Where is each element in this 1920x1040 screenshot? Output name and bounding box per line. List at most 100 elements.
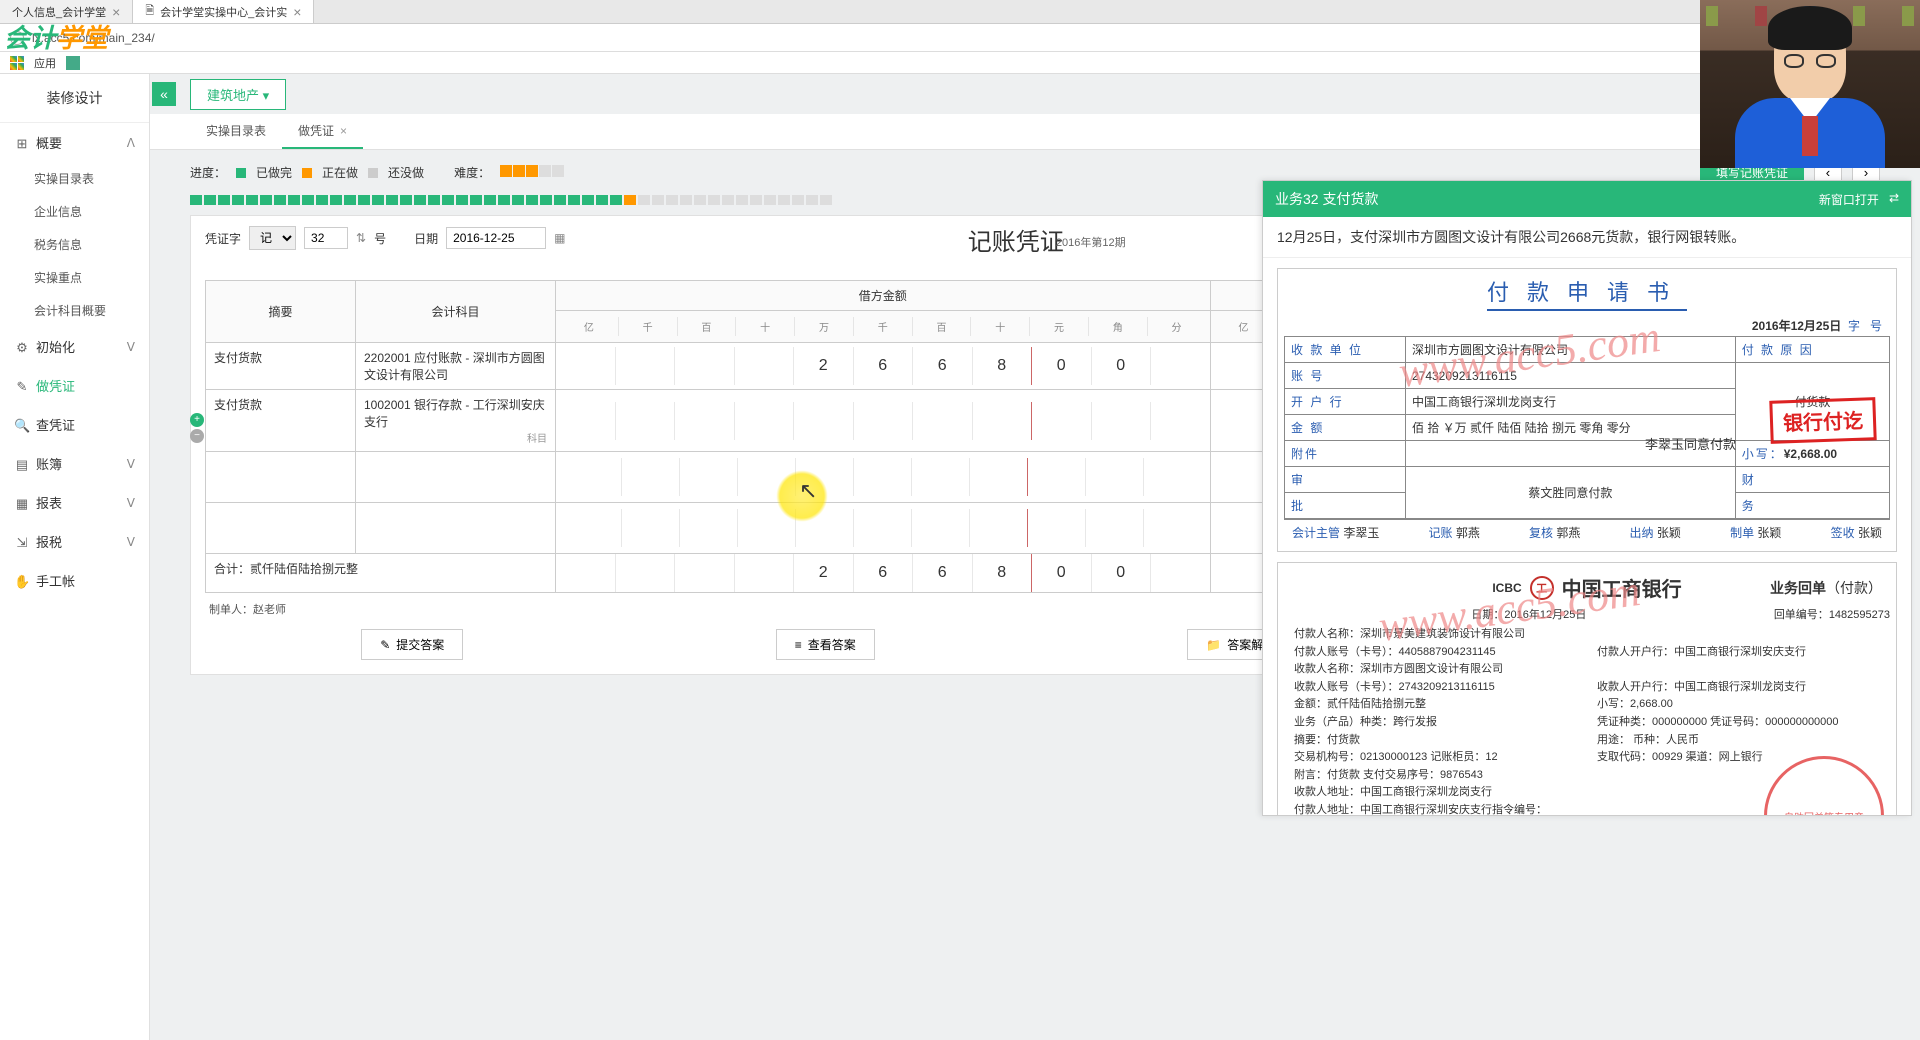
industry-dropdown[interactable]: 建筑地产 ▾ (190, 79, 286, 110)
sidebar-title: 装修设计 (0, 74, 149, 123)
progress-label: 进度： (190, 164, 226, 181)
book-icon: ▤ (14, 457, 30, 473)
del-row-icon[interactable]: − (190, 429, 204, 443)
date-label: 日期 (414, 230, 438, 247)
icbc-receipt-doc: www.acc5.com ICBC 工 中国工商银行 业务回单（付款） 日期：2… (1277, 562, 1897, 816)
grid-icon: ⊞ (14, 136, 30, 152)
sidebar-item-make-voucher[interactable]: ✎ 做凭证 (0, 366, 149, 405)
panel-header: 业务32 支付货款 新窗口打开 ⇄ (1263, 181, 1911, 217)
list-icon: ≡ (795, 638, 802, 652)
export-icon: ⇲ (14, 535, 30, 551)
left-sidebar: 装修设计 ⊞概要 ᐱ 实操目录表 企业信息 税务信息 实操重点 会计科目概要 ⚙… (0, 74, 150, 1040)
sidebar-item-report[interactable]: ▦报表ᐯ (0, 483, 149, 522)
col-summary: 摘要 (206, 281, 356, 343)
account-cell[interactable]: 1002001 银行存款 - 工行深圳安庆支行科目 (356, 390, 556, 452)
legend-label: 正在做 (322, 164, 358, 181)
voucher-title: 记账凭证 (968, 222, 1064, 257)
sidebar-item-ledger[interactable]: ▤账簿ᐯ (0, 444, 149, 483)
legend-doing-icon (302, 168, 312, 178)
tab-title: 会计学堂实操中心_会计实 (160, 4, 287, 20)
maker-label: 制单人： (209, 604, 253, 616)
presenter (1730, 14, 1890, 168)
logo-part1: 会计 (4, 23, 56, 53)
apps-label[interactable]: 应用 (34, 55, 56, 71)
signature-row: 会计主管 李翠玉 记账 郭燕 复核 郭燕 出纳 张颖 制单 张颖 签收 张颖 (1284, 519, 1890, 545)
summary-cell[interactable]: 支付货款 (206, 343, 356, 390)
top-bar: 建筑地产 ▾ 赵老师 (SVIP (150, 74, 1920, 114)
tab-voucher[interactable]: 做凭证 × (282, 114, 363, 149)
open-new-window[interactable]: 新窗口打开 (1819, 191, 1879, 208)
voucher-period: 2016年第12期 (1056, 234, 1126, 250)
icbc-logo-icon: 工 (1530, 576, 1554, 600)
chevron-down-icon: ᐯ (127, 340, 135, 354)
debit-cell[interactable] (556, 402, 1210, 440)
legend-label: 还没做 (388, 164, 424, 181)
apps-icon[interactable] (10, 56, 24, 70)
paid-stamp: 银行付讫 (1769, 397, 1876, 444)
main-content: « 建筑地产 ▾ 赵老师 (SVIP 实操目录表 做凭证 × 进度： 已做完 正在… (150, 74, 1920, 1040)
search-icon: 🔍 (14, 418, 30, 434)
tab-label: 做凭证 (298, 124, 334, 138)
sidebar-nav: ⊞概要 ᐱ 实操目录表 企业信息 税务信息 实操重点 会计科目概要 ⚙初始化ᐯ … (0, 123, 149, 600)
voucher-char-label: 凭证字 (205, 230, 241, 247)
view-answer-button[interactable]: ≡ 查看答案 (776, 629, 875, 660)
bookmark-item[interactable] (66, 56, 80, 70)
sidebar-sub-focus[interactable]: 实操重点 (0, 261, 149, 294)
chevron-down-icon: ᐯ (127, 457, 135, 471)
maker-name: 赵老师 (253, 604, 286, 616)
calendar-icon[interactable]: ▦ (554, 231, 565, 245)
icbc-header: ICBC 工 中国工商银行 业务回单（付款） (1284, 573, 1890, 602)
sidebar-item-manual[interactable]: ✋手工帐 (0, 561, 149, 600)
sidebar-label: 查凭证 (36, 418, 75, 433)
legend-not-icon (368, 168, 378, 178)
panel-title: 业务32 支付货款 (1275, 189, 1378, 209)
bookmark-bar: 应用 (0, 52, 1920, 74)
browser-tab-2[interactable]: 🗎 会计学堂实操中心_会计实 × (133, 0, 314, 23)
debit-cell[interactable]: 266800 (556, 347, 1210, 385)
gear-icon: ⚙ (14, 340, 30, 356)
tab-catalog[interactable]: 实操目录表 (190, 114, 282, 149)
close-icon[interactable]: × (340, 124, 347, 138)
sidebar-sub-catalog[interactable]: 实操目录表 (0, 162, 149, 195)
sidebar-sub-company[interactable]: 企业信息 (0, 195, 149, 228)
btn-label: 查看答案 (808, 636, 856, 653)
icbc-doc-type: 业务回单（付款） (1770, 578, 1882, 598)
sidebar-collapse-button[interactable]: « (152, 82, 176, 106)
swap-icon[interactable]: ⇄ (1889, 191, 1899, 208)
sidebar-label: 做凭证 (36, 379, 75, 394)
sidebar-sub-tax[interactable]: 税务信息 (0, 228, 149, 261)
summary-cell[interactable]: 支付货款+− (206, 390, 356, 452)
sidebar-label: 报税 (36, 535, 62, 550)
sig2: 李翠玉同意付款 (1645, 434, 1736, 453)
hand-icon: ✋ (14, 574, 30, 590)
sidebar-item-search-voucher[interactable]: 🔍 查凭证 (0, 405, 149, 444)
date-input[interactable] (446, 227, 546, 249)
voucher-char-select[interactable]: 记 (249, 226, 296, 250)
edit-icon: ✎ (380, 638, 390, 652)
sidebar-label: 报表 (36, 496, 62, 511)
site-logo: 会计学堂 (4, 18, 108, 55)
legend-done-icon (236, 168, 246, 178)
arrows-icon[interactable]: ⇅ (356, 231, 366, 245)
sidebar-item-tax[interactable]: ⇲报税ᐯ (0, 522, 149, 561)
total-label: 合计：贰仟陆佰陆拾捌元整 (206, 554, 556, 593)
payment-request-doc: www.acc5.com 付款申请书 2016年12月25日 字 号 收 款 单… (1277, 268, 1897, 552)
chevron-down-icon: ᐯ (127, 496, 135, 510)
tab-close-icon[interactable]: × (112, 4, 120, 20)
sidebar-item-init[interactable]: ⚙初始化ᐯ (0, 327, 149, 366)
legend-label: 已做完 (256, 164, 292, 181)
pencil-icon: ✎ (14, 379, 30, 395)
account-cell[interactable]: 2202001 应付账款 - 深圳市方圆图文设计有限公司 (356, 343, 556, 390)
webcam-feed (1700, 0, 1920, 168)
browser-tabs: 个人信息_会计学堂 × 🗎 会计学堂实操中心_会计实 × (0, 0, 1920, 24)
folder-icon: 📁 (1206, 638, 1221, 652)
sidebar-sub-subjects[interactable]: 会计科目概要 (0, 294, 149, 327)
sidebar-item-overview[interactable]: ⊞概要 ᐱ (0, 123, 149, 162)
submit-button[interactable]: ✎提交答案 (361, 629, 463, 660)
tab-close-icon[interactable]: × (293, 4, 301, 20)
voucher-number-suffix: 号 (374, 230, 386, 247)
add-row-icon[interactable]: + (190, 413, 204, 427)
voucher-number-input[interactable] (304, 227, 348, 249)
difficulty-rating (500, 165, 565, 180)
icbc-subheader: 日期：2016年12月25日 回单编号：1482595273 (1284, 606, 1890, 622)
